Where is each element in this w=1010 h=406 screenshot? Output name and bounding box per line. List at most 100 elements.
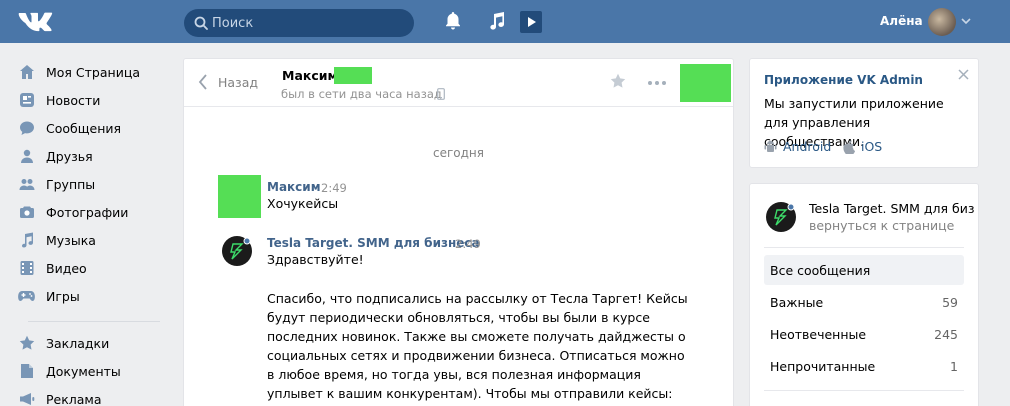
nav-item-photos[interactable]: Фотографии	[18, 198, 168, 226]
vk-admin-promo: Приложение VK Admin Мы запустили приложе…	[749, 58, 979, 168]
folder-count: 245	[934, 326, 958, 342]
nav-label: Видео	[46, 260, 87, 276]
search-icon	[194, 16, 208, 30]
community-folders-panel: Tesla Target. SMM для биз вернуться к ст…	[749, 183, 979, 406]
more-options-icon[interactable]	[648, 81, 666, 85]
messages-icon	[18, 120, 35, 137]
music-note-icon[interactable]	[488, 11, 506, 31]
groups-icon	[18, 176, 35, 193]
nav-label: Музыка	[46, 232, 96, 248]
bell-icon[interactable]	[444, 11, 462, 31]
nav-label: Игры	[46, 288, 80, 304]
nav-label: Документы	[46, 363, 121, 379]
document-icon	[18, 363, 35, 380]
message-text-line: Спасибо, что подписались на рассылку от …	[267, 291, 688, 306]
nav-item-my-page[interactable]: Моя Страница	[18, 58, 168, 86]
nav-item-messages[interactable]: Сообщения	[18, 114, 168, 142]
message-time[interactable]: 2:49	[455, 237, 481, 251]
video-icon	[18, 260, 35, 277]
friends-icon	[18, 148, 35, 165]
user-name[interactable]: Алёна	[880, 14, 923, 28]
nav-label: Сообщения	[46, 120, 122, 136]
chevron-left-icon	[198, 74, 207, 90]
lightning-logo-icon	[230, 237, 251, 260]
megaphone-icon	[18, 391, 35, 406]
message-time[interactable]: 2:49	[321, 181, 347, 195]
message-text-line: в любое время, но тогда увы, вся полезна…	[267, 367, 641, 382]
nav-label: Друзья	[46, 148, 93, 164]
nav-item-friends[interactable]: Друзья	[18, 142, 168, 170]
folder-count: 59	[942, 294, 958, 310]
message-text: Хочукейсы	[267, 196, 339, 211]
folder-label: Важные	[770, 294, 824, 310]
gamepad-icon	[18, 288, 35, 305]
lightning-logo-icon	[774, 203, 795, 226]
nav-item-groups[interactable]: Группы	[18, 170, 168, 198]
date-separator: сегодня	[433, 146, 484, 160]
nav-label: Закладки	[46, 335, 110, 351]
android-label: Android	[783, 139, 832, 154]
redacted-surname	[334, 67, 372, 84]
user-avatar[interactable]	[928, 8, 956, 36]
community-name[interactable]: Tesla Target. SMM для биз	[809, 201, 975, 216]
folder-unanswered[interactable]: Неотвеченные 245	[764, 319, 964, 349]
folder-label: Непрочитанные	[770, 358, 876, 374]
chat-panel: Назад Максим был в сети два часа назад с…	[183, 58, 734, 406]
search-box[interactable]	[184, 9, 414, 37]
redacted-chat-avatar[interactable]	[680, 64, 731, 102]
nav-item-news[interactable]: Новости	[18, 86, 168, 114]
nav-label: Моя Страница	[46, 64, 140, 80]
chat-title[interactable]: Максим	[282, 68, 338, 83]
message-text-line: будут периодически обновляться, чтобы вы…	[267, 310, 650, 325]
back-button[interactable]: Назад	[198, 73, 258, 91]
android-link[interactable]: Android	[764, 139, 831, 154]
folder-unread[interactable]: Непрочитанные 1	[764, 351, 964, 381]
divider	[764, 247, 964, 248]
nav-item-video[interactable]: Видео	[18, 254, 168, 282]
folder-important[interactable]: Важные 59	[764, 287, 964, 317]
chevron-down-icon[interactable]	[961, 17, 971, 25]
folder-count: 1	[950, 358, 958, 374]
message-author[interactable]: Tesla Target. SMM для бизнеса	[267, 236, 480, 250]
android-icon	[764, 140, 777, 152]
online-status: был в сети два часа назад	[281, 87, 442, 101]
star-icon[interactable]	[610, 73, 626, 89]
play-icon[interactable]	[520, 11, 542, 33]
back-label: Назад	[218, 74, 259, 90]
nav-label: Реклама	[46, 391, 102, 406]
nav-item-games[interactable]: Игры	[18, 282, 168, 310]
back-to-community-link[interactable]: вернуться к странице	[809, 218, 954, 233]
nav-label: Фотографии	[46, 204, 129, 220]
folder-label: Все сообщения	[770, 262, 871, 278]
community-avatar[interactable]	[222, 236, 252, 266]
nav-item-documents[interactable]: Документы	[18, 357, 168, 385]
nav-item-music[interactable]: Музыка	[18, 226, 168, 254]
ios-label: iOS	[861, 139, 883, 154]
close-icon[interactable]	[958, 69, 969, 80]
message-text-line: последних новинок. Также вы сможете полу…	[267, 329, 686, 344]
folder-label: Неотвеченные	[770, 326, 867, 342]
message-author[interactable]: Максим	[267, 180, 321, 194]
community-avatar[interactable]	[766, 202, 796, 232]
search-input[interactable]	[212, 9, 407, 37]
vk-logo[interactable]	[18, 10, 54, 34]
message-author-avatar[interactable]	[218, 175, 261, 218]
message-text-line: социальных сетях и продвижении бизнеса. …	[267, 348, 685, 363]
chat-header: Назад Максим был в сети два часа назад	[184, 59, 733, 107]
nav-item-bookmarks[interactable]: Закладки	[18, 329, 168, 357]
nav-label: Новости	[46, 92, 101, 108]
divider	[764, 390, 964, 391]
top-bar: Алёна	[0, 0, 1010, 43]
music-icon	[18, 232, 35, 249]
home-icon	[18, 64, 35, 81]
ios-link[interactable]: iOS	[843, 139, 882, 154]
promo-title[interactable]: Приложение VK Admin	[764, 73, 923, 87]
nav-divider	[28, 321, 160, 322]
folder-all-messages[interactable]: Все сообщения	[764, 255, 964, 285]
news-icon	[18, 92, 35, 109]
message-text-line: Здравствуйте!	[267, 252, 364, 267]
star-icon	[18, 335, 35, 352]
nav-item-ads[interactable]: Реклама	[18, 385, 168, 406]
message-text-line: уплывет к вашим конкурентам). Чтобы мы о…	[267, 386, 673, 401]
nav-label: Группы	[46, 176, 96, 192]
